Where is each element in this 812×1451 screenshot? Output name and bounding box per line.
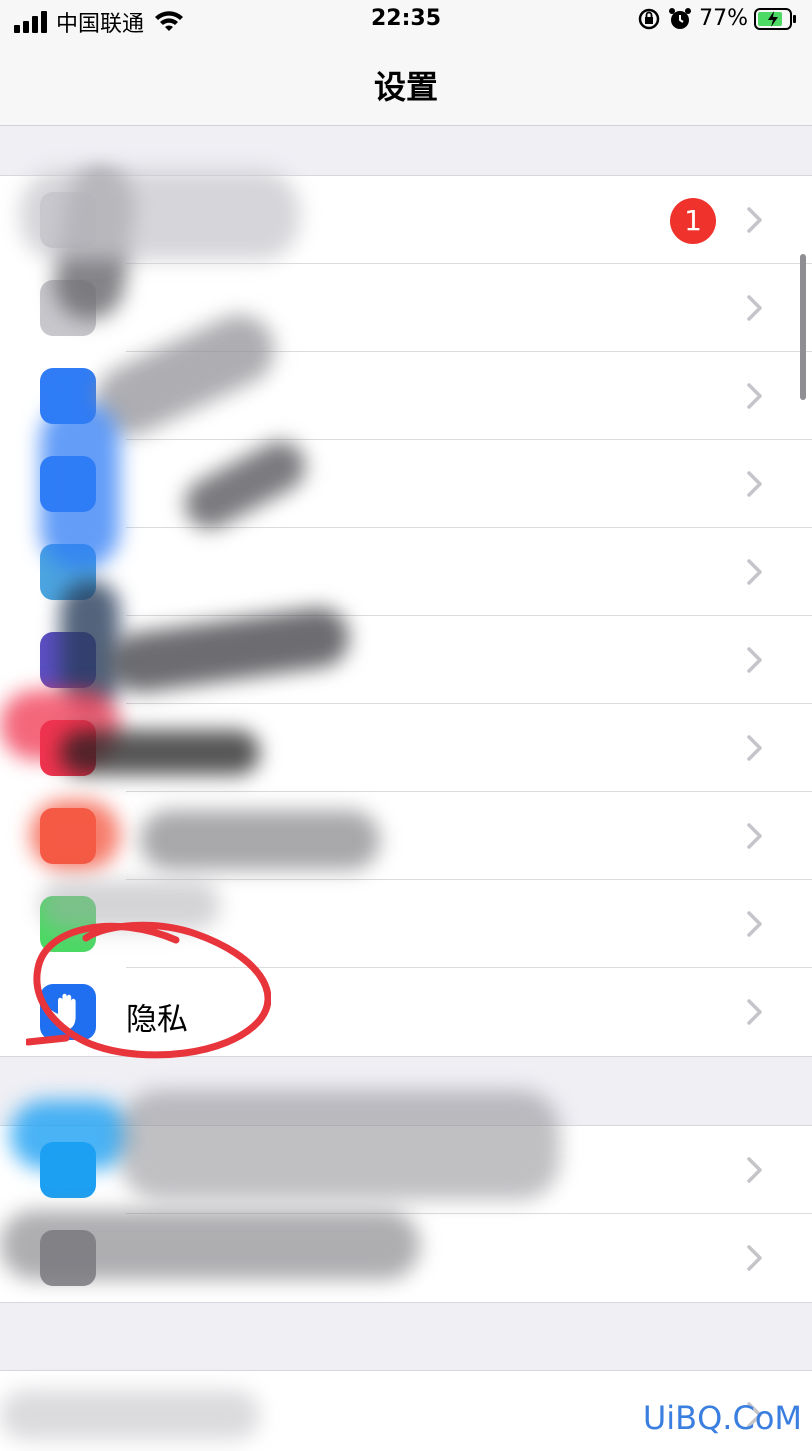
settings-row-8[interactable] [0,792,812,880]
redaction-smear [10,1100,130,1170]
notification-badge: 1 [670,198,716,244]
chevron-right-icon [747,471,762,497]
chevron-right-icon [747,911,762,937]
battery-charging-icon [754,7,796,30]
redaction-smear [0,1210,420,1280]
chevron-right-icon [747,999,762,1025]
chevron-right-icon [747,559,762,585]
chevron-right-icon [747,735,762,761]
scroll-indicator[interactable] [800,254,806,400]
redaction-smear [60,730,260,775]
chevron-right-icon [747,1157,762,1183]
redaction-smear [120,1090,560,1200]
redaction-smear [30,800,120,870]
status-bar: 中国联通 22:35 77% [0,0,812,42]
redaction-smear [140,810,380,870]
chevron-right-icon [747,207,762,233]
chevron-right-icon [747,383,762,409]
watermark: UiBQ.CoM [642,1399,802,1437]
chevron-right-icon [747,1245,762,1271]
settings-row-4[interactable] [0,440,812,528]
redaction-smear [20,170,300,260]
orientation-lock-icon [638,8,660,29]
redaction-smear [0,1390,260,1440]
navigation-bar: 设置 [0,42,812,126]
page-title: 设置 [373,68,438,106]
chevron-right-icon [747,823,762,849]
alarm-icon [669,7,692,29]
chevron-right-icon [747,295,762,321]
redaction-smear [40,400,120,570]
annotation-circle [26,921,271,1059]
chevron-right-icon [747,647,762,673]
settings-row-5[interactable] [0,528,812,616]
battery-percent: 77% [699,6,748,31]
